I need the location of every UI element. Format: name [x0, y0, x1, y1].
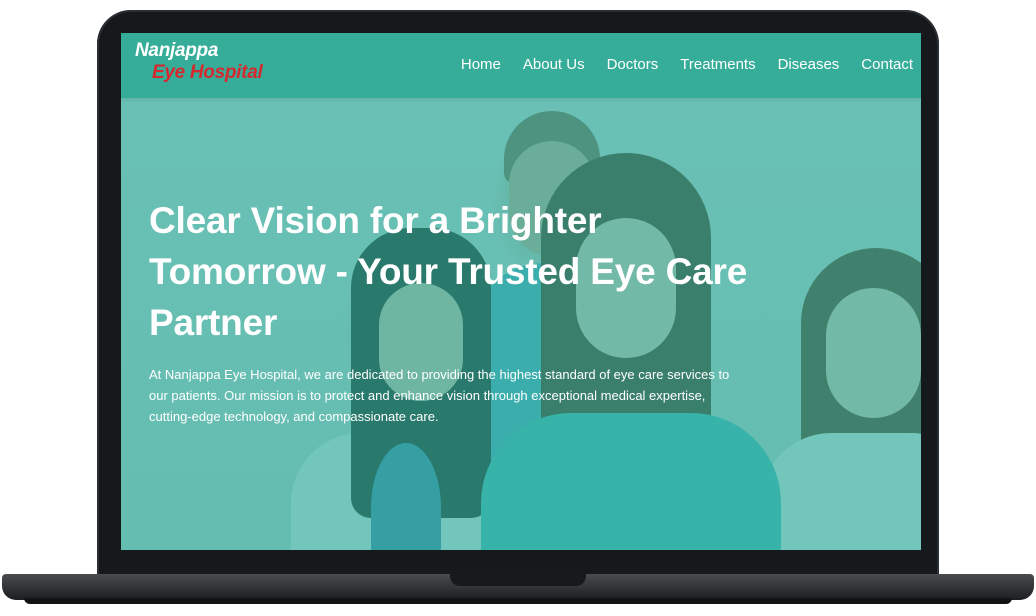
- nav-link-treatments[interactable]: Treatments: [680, 56, 755, 73]
- site-logo[interactable]: Nanjappa Eye Hospital: [135, 40, 263, 84]
- nav-link-diseases[interactable]: Diseases: [778, 56, 840, 73]
- nav-link-about-us[interactable]: About Us: [523, 56, 585, 73]
- hero-title: Clear Vision for a Brighter Tomorrow - Y…: [149, 200, 748, 343]
- navbar: Nanjappa Eye Hospital Home About Us Doct…: [121, 33, 921, 98]
- nav-menu: Home About Us Doctors Treatments Disease…: [461, 56, 913, 73]
- nav-link-doctors[interactable]: Doctors: [607, 56, 659, 73]
- laptop-notch: [450, 574, 586, 586]
- hero-content: Clear Vision for a Brighter Tomorrow - Y…: [149, 195, 789, 427]
- logo-text-nanjappa: Nanjappa: [135, 40, 219, 61]
- nav-link-contact[interactable]: Contact: [861, 56, 913, 73]
- hero-description: At Nanjappa Eye Hospital, we are dedicat…: [149, 367, 730, 424]
- laptop-screen: Nanjappa Eye Hospital Home About Us Doct…: [121, 33, 921, 550]
- laptop-foot: [24, 598, 1012, 604]
- nav-link-home[interactable]: Home: [461, 56, 501, 73]
- logo-text-eye-hospital: Eye Hospital: [152, 62, 263, 83]
